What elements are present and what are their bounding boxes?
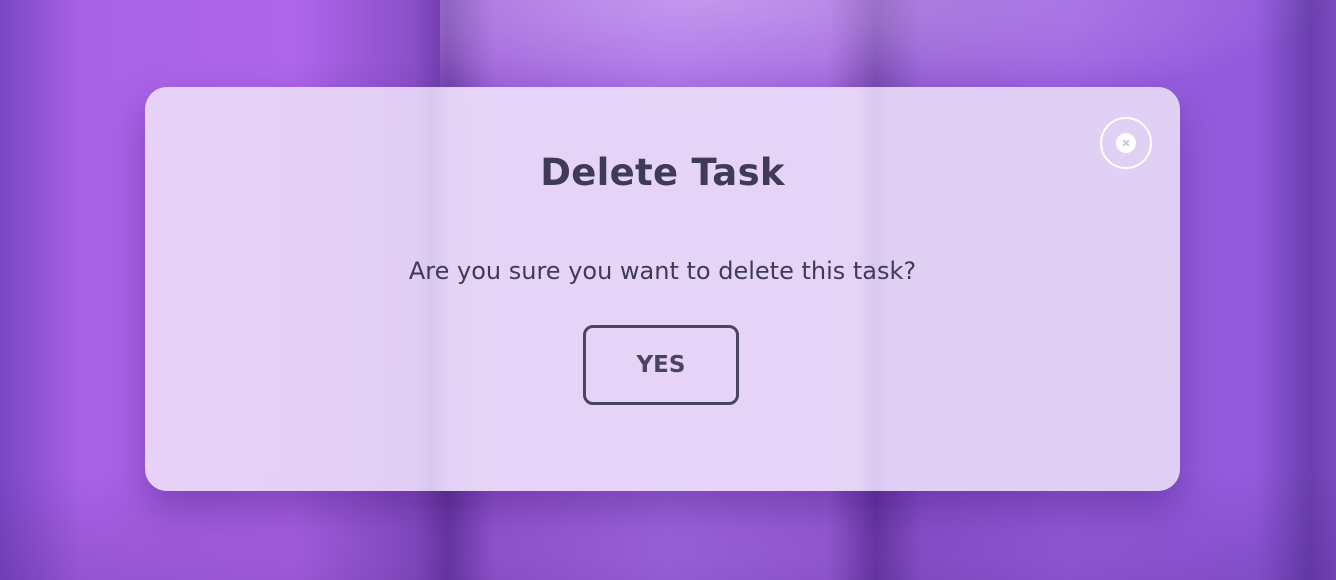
yes-button[interactable]: YES <box>583 325 739 405</box>
dialog-message: Are you sure you want to delete this tas… <box>408 257 917 285</box>
close-icon <box>1116 133 1136 153</box>
dialog-title: Delete Task <box>540 151 785 194</box>
delete-task-dialog: Delete Task Are you sure you want to del… <box>145 87 1180 491</box>
